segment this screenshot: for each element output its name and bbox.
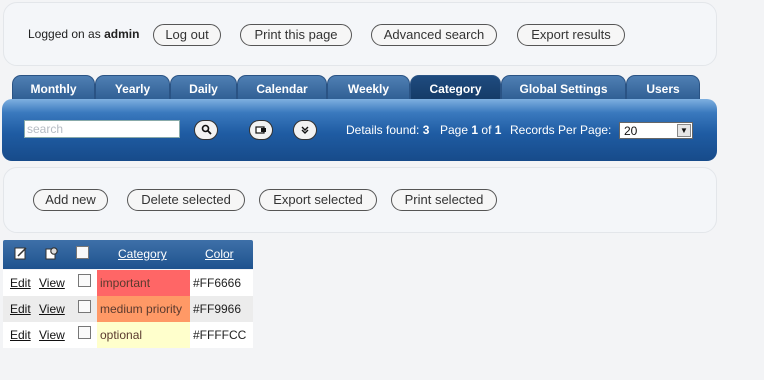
tab-calendar[interactable]: Calendar — [237, 75, 327, 101]
logged-prefix: Logged on as — [28, 27, 101, 41]
rpp-value: 20 — [624, 124, 638, 138]
page-indicator: Page 1 of 1 — [440, 123, 501, 137]
tab-weekly[interactable]: Weekly — [327, 75, 410, 101]
view-icon — [45, 247, 58, 260]
add-new-button[interactable]: Add new — [33, 189, 108, 211]
page-of: of — [481, 123, 492, 137]
category-cell: optional — [97, 322, 190, 348]
category-cell: medium priority — [97, 296, 190, 322]
records-per-page-select[interactable]: 20 ▼ — [619, 122, 693, 139]
row-checkbox[interactable] — [78, 326, 91, 339]
search-button[interactable] — [194, 120, 218, 140]
search-input[interactable] — [24, 120, 180, 138]
print-selected-button[interactable]: Print selected — [391, 189, 497, 211]
expand-button[interactable] — [293, 120, 317, 140]
category-column-header[interactable]: Category — [118, 247, 167, 261]
logout-button[interactable]: Log out — [153, 24, 221, 46]
select-all-checkbox[interactable] — [76, 246, 89, 259]
view-link[interactable]: View — [39, 276, 65, 290]
tab-users[interactable]: Users — [626, 75, 700, 101]
color-cell: #FF9966 — [193, 302, 242, 316]
color-cell: #FFFFCC — [193, 328, 247, 342]
table-row: Edit View important #FF6666 — [3, 270, 253, 296]
page-current: 1 — [471, 123, 479, 137]
tab-global-settings[interactable]: Global Settings — [501, 75, 626, 101]
tab-monthly[interactable]: Monthly — [12, 75, 95, 101]
edit-link[interactable]: Edit — [10, 302, 31, 316]
page-label: Page — [440, 123, 469, 137]
chevron-double-down-icon — [301, 126, 309, 134]
reset-button[interactable] — [249, 120, 273, 140]
login-status: Logged on as admin — [28, 27, 139, 41]
username: admin — [104, 27, 140, 41]
search-icon — [201, 124, 212, 135]
details-found: Details found: 3 — [346, 123, 429, 137]
tab-daily[interactable]: Daily — [170, 75, 237, 101]
dropdown-arrow-icon[interactable]: ▼ — [677, 124, 691, 137]
details-count: 3 — [422, 123, 430, 137]
color-column-header[interactable]: Color — [205, 247, 234, 261]
edit-link[interactable]: Edit — [10, 328, 31, 342]
view-link[interactable]: View — [39, 328, 65, 342]
table-row: Edit View medium priority #FF9966 — [3, 296, 253, 322]
edit-link[interactable]: Edit — [10, 276, 31, 290]
tab-category[interactable]: Category — [410, 75, 501, 101]
details-label: Details found: — [346, 123, 420, 137]
color-cell: #FF6666 — [193, 276, 242, 290]
print-page-button[interactable]: Print this page — [240, 24, 352, 46]
advanced-search-button[interactable]: Advanced search — [371, 24, 497, 46]
category-cell: important — [97, 270, 190, 296]
row-checkbox[interactable] — [78, 300, 91, 313]
table-row: Edit View optional #FFFFCC — [3, 322, 253, 348]
export-selected-button[interactable]: Export selected — [259, 189, 377, 211]
eraser-icon — [255, 126, 266, 134]
export-results-button[interactable]: Export results — [517, 24, 625, 46]
tab-yearly[interactable]: Yearly — [95, 75, 170, 101]
page-total: 1 — [494, 123, 502, 137]
row-checkbox[interactable] — [78, 274, 91, 287]
edit-icon — [14, 247, 27, 260]
rpp-label: Records Per Page: — [510, 123, 612, 137]
delete-selected-button[interactable]: Delete selected — [127, 189, 245, 211]
view-link[interactable]: View — [39, 302, 65, 316]
